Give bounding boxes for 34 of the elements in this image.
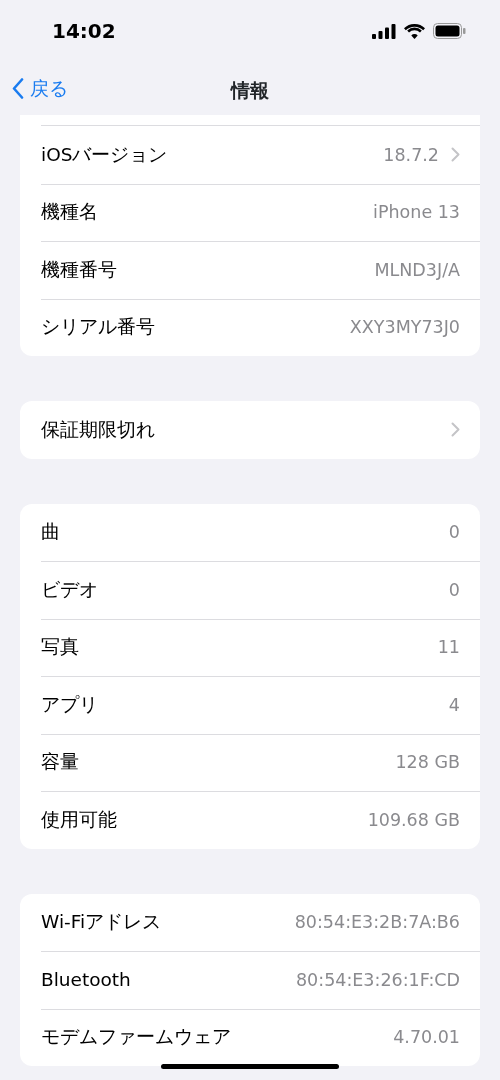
row-label: ビデオ bbox=[41, 577, 98, 602]
back-button[interactable]: 戻る bbox=[0, 73, 74, 104]
row-label: 使用可能 bbox=[41, 807, 117, 832]
row-label: 容量 bbox=[41, 750, 79, 775]
wifi-icon bbox=[404, 23, 425, 39]
row-value: 4 bbox=[448, 693, 460, 717]
row-value: 80:54:E3:2B:7A:B6 bbox=[294, 911, 460, 935]
row-value: 18.7.2 bbox=[383, 143, 439, 167]
row-label: Bluetooth bbox=[41, 967, 131, 992]
row-label: 機種名 bbox=[41, 200, 98, 225]
row-value: 128 GB bbox=[395, 751, 460, 775]
row-label: 保証期限切れ bbox=[41, 417, 155, 442]
row-value: iPhone 13 bbox=[373, 201, 460, 225]
row-value: 109.68 GB bbox=[367, 808, 460, 832]
row-label: シリアル番号 bbox=[41, 315, 155, 340]
row-value: 0 bbox=[448, 578, 460, 602]
row-value: 0 bbox=[448, 521, 460, 545]
row-label: Wi-Fiアドレス bbox=[41, 910, 162, 935]
time-label: 14:02 bbox=[52, 18, 116, 45]
row-label: 写真 bbox=[41, 635, 79, 660]
row-label: 曲 bbox=[41, 520, 60, 545]
row-value: 80:54:E3:26:1F:CD bbox=[296, 968, 460, 992]
signal-icon bbox=[372, 23, 396, 39]
row-label: モデムファームウェア bbox=[41, 1025, 231, 1050]
back-chevron-icon bbox=[12, 78, 24, 99]
row-label: 機種番号 bbox=[41, 257, 117, 282]
battery-icon bbox=[433, 23, 466, 39]
row-value: 4.70.01 bbox=[393, 1026, 460, 1050]
row-label: アプリ bbox=[41, 692, 98, 717]
row-value: XXY3MY73J0 bbox=[349, 316, 460, 340]
row-value: 11 bbox=[437, 636, 460, 660]
page-title: 情報 bbox=[229, 78, 270, 103]
row-label: iOSバージョン bbox=[41, 142, 168, 167]
row-value: MLND3J/A bbox=[374, 258, 460, 282]
